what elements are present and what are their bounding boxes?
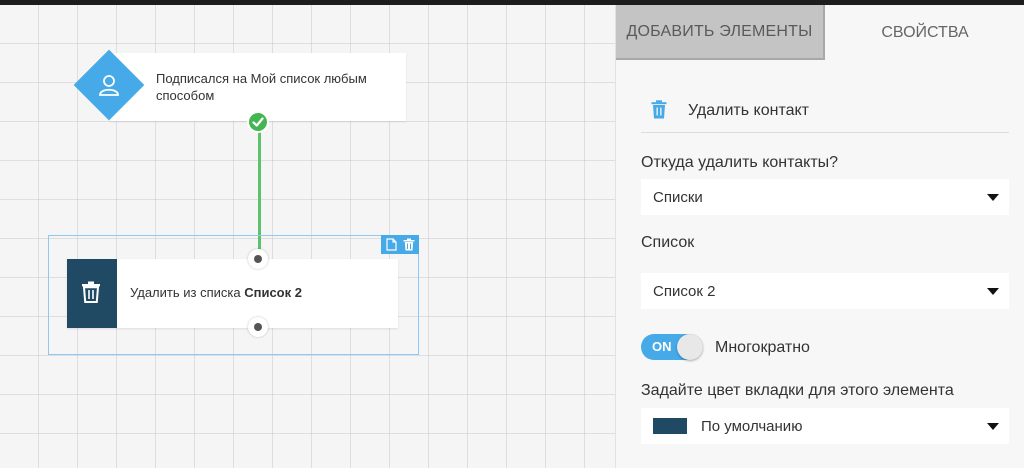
source-select-value: Списки	[653, 188, 703, 206]
toggle-state-label: ON	[652, 339, 672, 354]
color-swatch	[653, 418, 687, 434]
repeat-toggle-label: Многократно	[715, 339, 810, 356]
list-select[interactable]: Список 2	[641, 273, 1009, 309]
tab-add-elements[interactable]: ДОБАВИТЬ ЭЛЕМЕНТЫ	[616, 5, 825, 60]
action-node-icon-box	[67, 259, 117, 328]
trash-icon	[651, 100, 667, 119]
chevron-down-icon	[987, 194, 999, 201]
action-text-prefix: Удалить из списка	[130, 285, 241, 300]
copy-icon[interactable]	[386, 238, 397, 251]
action-node[interactable]: Удалить из списка Список 2	[67, 259, 398, 328]
tab-properties[interactable]: СВОЙСТВА	[825, 5, 1024, 60]
user-icon	[99, 75, 119, 96]
action-node-label: Удалить из списка Список 2	[130, 285, 302, 300]
output-port[interactable]	[248, 317, 268, 337]
chevron-down-icon	[987, 288, 999, 295]
check-icon	[247, 111, 269, 133]
list-label: Список	[641, 234, 695, 251]
properties-panel: ДОБАВИТЬ ЭЛЕМЕНТЫ СВОЙСТВА Удалить конта…	[615, 5, 1024, 468]
color-select-value: По умолчанию	[701, 417, 803, 435]
trash-icon	[82, 281, 100, 303]
toggle-knob	[677, 334, 703, 360]
source-label: Откуда удалить контакты?	[641, 154, 839, 171]
trigger-node-label: Подписался на Мой список любым способом	[156, 71, 367, 103]
node-toolbar	[381, 235, 419, 254]
source-select[interactable]: Списки	[641, 179, 1009, 215]
chevron-down-icon	[987, 423, 999, 430]
repeat-toggle[interactable]: ON	[641, 334, 703, 360]
trash-icon[interactable]	[403, 238, 415, 251]
action-text-list-name: Список 2	[244, 285, 302, 300]
section-title: Удалить контакт	[688, 102, 809, 119]
list-select-value: Список 2	[653, 282, 716, 300]
color-select[interactable]: По умолчанию	[641, 408, 1009, 444]
color-label: Задайте цвет вкладки для этого элемента	[641, 382, 954, 399]
section-header: Удалить контакт	[641, 97, 1009, 133]
connector-line	[258, 121, 261, 249]
input-port[interactable]	[248, 249, 268, 269]
